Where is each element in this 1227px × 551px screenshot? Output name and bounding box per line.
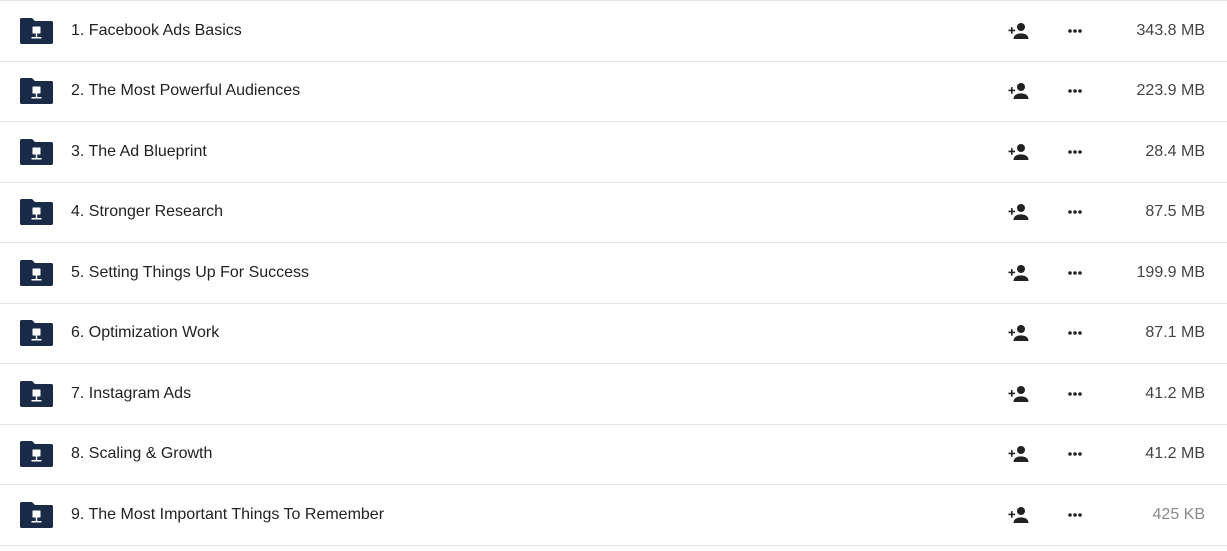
file-size: 87.5 MB [1145,203,1205,221]
more-options-icon[interactable] [1063,21,1087,41]
file-size: 87.1 MB [1145,324,1205,342]
add-person-icon[interactable] [1006,384,1030,404]
add-person-icon[interactable] [1006,21,1030,41]
shared-folder-icon[interactable] [19,380,54,408]
shared-folder-icon[interactable] [19,198,54,226]
file-size: 343.8 MB [1136,21,1205,39]
shared-folder-icon[interactable] [19,259,54,287]
more-options-icon[interactable] [1063,81,1087,101]
file-name[interactable]: 8. Scaling & Growth [71,445,212,463]
more-options-icon[interactable] [1063,202,1087,222]
shared-folder-icon[interactable] [19,17,54,45]
add-person-icon[interactable] [1006,505,1030,525]
shared-folder-icon[interactable] [19,501,54,529]
file-name[interactable]: 4. Stronger Research [71,203,223,221]
more-options-icon[interactable] [1063,384,1087,404]
file-size: 425 KB [1152,505,1205,523]
file-size: 41.2 MB [1145,445,1205,463]
file-name[interactable]: 7. Instagram Ads [71,385,191,403]
add-person-icon[interactable] [1006,81,1030,101]
file-name[interactable]: 1. Facebook Ads Basics [71,22,242,40]
list-item[interactable]: 8. Scaling & Growth 41.2 MB [0,425,1227,485]
file-name[interactable]: 9. The Most Important Things To Remember [71,506,384,524]
add-person-icon[interactable] [1006,142,1030,162]
list-item[interactable]: 5. Setting Things Up For Success 199.9 M… [0,243,1227,304]
file-size: 41.2 MB [1145,384,1205,402]
shared-folder-icon[interactable] [19,319,54,347]
list-item[interactable]: 6. Optimization Work 87.1 MB [0,304,1227,364]
file-size: 223.9 MB [1136,82,1205,100]
shared-folder-icon[interactable] [19,77,54,105]
more-options-icon[interactable] [1063,444,1087,464]
list-item[interactable]: 1. Facebook Ads Basics 343.8 MB [0,1,1227,62]
list-item[interactable]: 4. Stronger Research 87.5 MB [0,183,1227,243]
more-options-icon[interactable] [1063,142,1087,162]
file-size: 28.4 MB [1145,142,1205,160]
more-options-icon[interactable] [1063,263,1087,283]
add-person-icon[interactable] [1006,263,1030,283]
add-person-icon[interactable] [1006,323,1030,343]
more-options-icon[interactable] [1063,505,1087,525]
list-item[interactable]: 9. The Most Important Things To Remember… [0,485,1227,546]
more-options-icon[interactable] [1063,323,1087,343]
file-list: 1. Facebook Ads Basics 343.8 MB 2. The M… [0,0,1227,551]
file-name[interactable]: 2. The Most Powerful Audiences [71,82,300,100]
shared-folder-icon[interactable] [19,440,54,468]
list-item[interactable]: 7. Instagram Ads 41.2 MB [0,364,1227,425]
list-item[interactable]: 3. The Ad Blueprint 28.4 MB [0,122,1227,183]
file-name[interactable]: 6. Optimization Work [71,324,219,342]
list-item[interactable]: 2. The Most Powerful Audiences 223.9 MB [0,62,1227,122]
shared-folder-icon[interactable] [19,138,54,166]
file-size: 199.9 MB [1136,263,1205,281]
file-name[interactable]: 5. Setting Things Up For Success [71,264,309,282]
add-person-icon[interactable] [1006,202,1030,222]
file-name[interactable]: 3. The Ad Blueprint [71,143,207,161]
add-person-icon[interactable] [1006,444,1030,464]
